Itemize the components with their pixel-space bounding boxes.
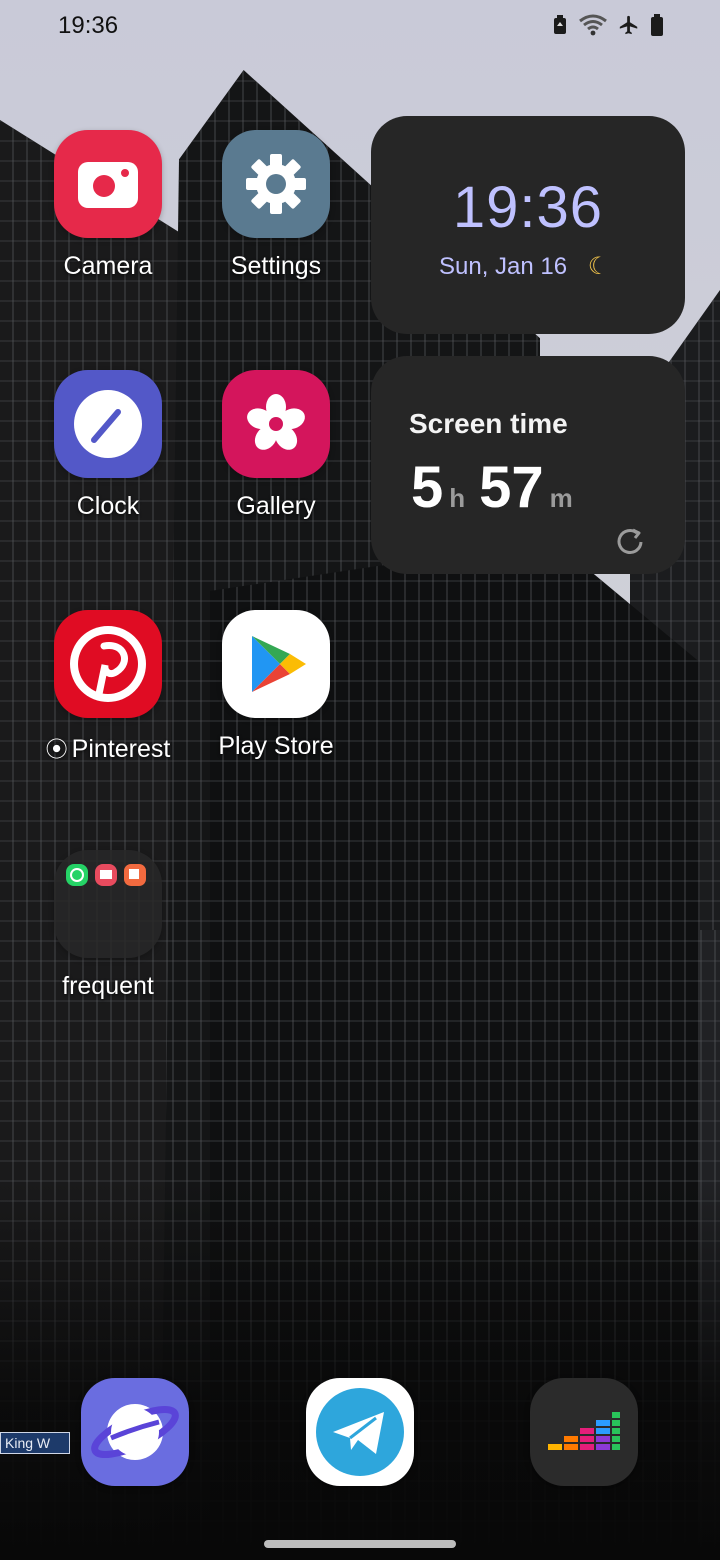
work-badge-icon: ⦿	[45, 737, 68, 762]
street-shadow	[0, 1180, 720, 1560]
app-label: frequent	[62, 972, 154, 1000]
app-gallery[interactable]: Gallery	[201, 370, 351, 521]
app-play-store[interactable]: Play Store	[201, 610, 351, 761]
app-label: ⦿ Pinterest	[45, 735, 171, 763]
airplane-mode-icon	[618, 14, 640, 41]
wifi-icon	[578, 14, 608, 41]
notes-icon	[124, 864, 146, 886]
book-icon	[95, 864, 117, 886]
refresh-icon[interactable]	[615, 526, 645, 561]
app-pinterest[interactable]: ⦿ Pinterest	[33, 610, 183, 764]
minutes-unit: m	[549, 483, 573, 513]
clock-widget[interactable]: 19:36 Sun, Jan 16 ☾	[371, 116, 685, 334]
deezer-icon[interactable]	[530, 1378, 638, 1486]
camera-icon[interactable]	[54, 130, 162, 238]
app-label: Clock	[76, 492, 140, 520]
whatsapp-icon	[66, 864, 88, 886]
folder-icon[interactable]	[54, 850, 162, 958]
pinterest-icon[interactable]	[54, 610, 162, 718]
flower-icon[interactable]	[222, 370, 330, 478]
battery-icon	[650, 14, 664, 41]
browser-icon[interactable]	[81, 1378, 189, 1486]
status-time: 19:36	[58, 12, 119, 39]
status-bar: 19:36	[0, 0, 720, 54]
hours-unit: h	[449, 483, 466, 513]
app-label: Camera	[63, 252, 153, 280]
navigation-handle[interactable]	[264, 1540, 456, 1548]
folder-frequent[interactable]: frequent	[33, 850, 183, 1001]
play-store-icon[interactable]	[222, 610, 330, 718]
app-clock[interactable]: Clock	[33, 370, 183, 521]
clock-icon[interactable]	[54, 370, 162, 478]
app-camera[interactable]: Camera	[33, 130, 183, 281]
screen-time-widget[interactable]: Screen time 5 h 57 m	[371, 356, 685, 574]
moon-icon: ☾	[587, 253, 610, 280]
street-sign: King W	[0, 1432, 70, 1454]
screen-time-title: Screen time	[409, 408, 568, 439]
widget-clock-time: 19:36	[452, 175, 604, 240]
screen-time-value: 5 h 57 m	[411, 454, 581, 521]
app-label: Play Store	[218, 732, 334, 760]
app-settings[interactable]: Settings	[201, 130, 351, 281]
app-label: Settings	[230, 252, 322, 280]
app-label: Gallery	[236, 492, 316, 520]
screen-time-minutes: 57	[479, 455, 544, 520]
widget-clock-date: Sun, Jan 16 ☾	[439, 253, 610, 280]
status-icons	[552, 14, 664, 41]
screen-time-hours: 5	[411, 455, 444, 520]
telegram-icon[interactable]	[306, 1378, 414, 1486]
gear-icon[interactable]	[222, 130, 330, 238]
battery-saver-icon	[552, 15, 568, 40]
